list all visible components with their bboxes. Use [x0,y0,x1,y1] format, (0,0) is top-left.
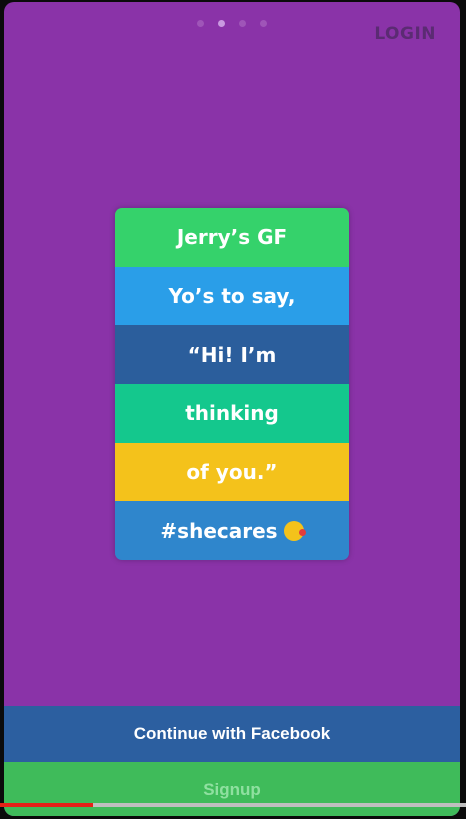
signup-button[interactable]: Signup [4,762,460,816]
continue-with-facebook-button[interactable]: Continue with Facebook [4,706,460,762]
video-progress-fill [0,803,94,807]
page-dot[interactable] [239,20,246,27]
card-row-text: thinking [185,401,279,426]
card-row-4: thinking [115,383,349,443]
page-dot[interactable] [197,20,204,27]
kiss-face-icon [283,520,306,541]
card-row-6: #shecares [115,501,349,560]
card-row-5: of you.” [115,442,349,502]
video-progress-bar[interactable] [0,803,466,807]
card-row-text: Jerry’s GF [176,225,288,250]
page-dot[interactable] [260,20,267,27]
card-row-3: “Hi! I’m [115,325,349,384]
card-row-text: #shecares [160,518,278,543]
card-row-text: Yo’s to say, [168,283,296,308]
message-card: Jerry’s GF Yo’s to say, “Hi! I’m thinkin… [115,208,349,560]
onboarding-screen: LOGIN Jerry’s GF Yo’s to say, “Hi! I’m t… [4,2,460,816]
card-row-text: “Hi! I’m [187,342,277,367]
card-row-1: Jerry’s GF [115,208,349,267]
login-link[interactable]: LOGIN [374,24,436,44]
card-row-text: of you.” [186,459,278,484]
card-row-2: Yo’s to say, [115,266,349,326]
page-dot-active[interactable] [218,20,225,27]
